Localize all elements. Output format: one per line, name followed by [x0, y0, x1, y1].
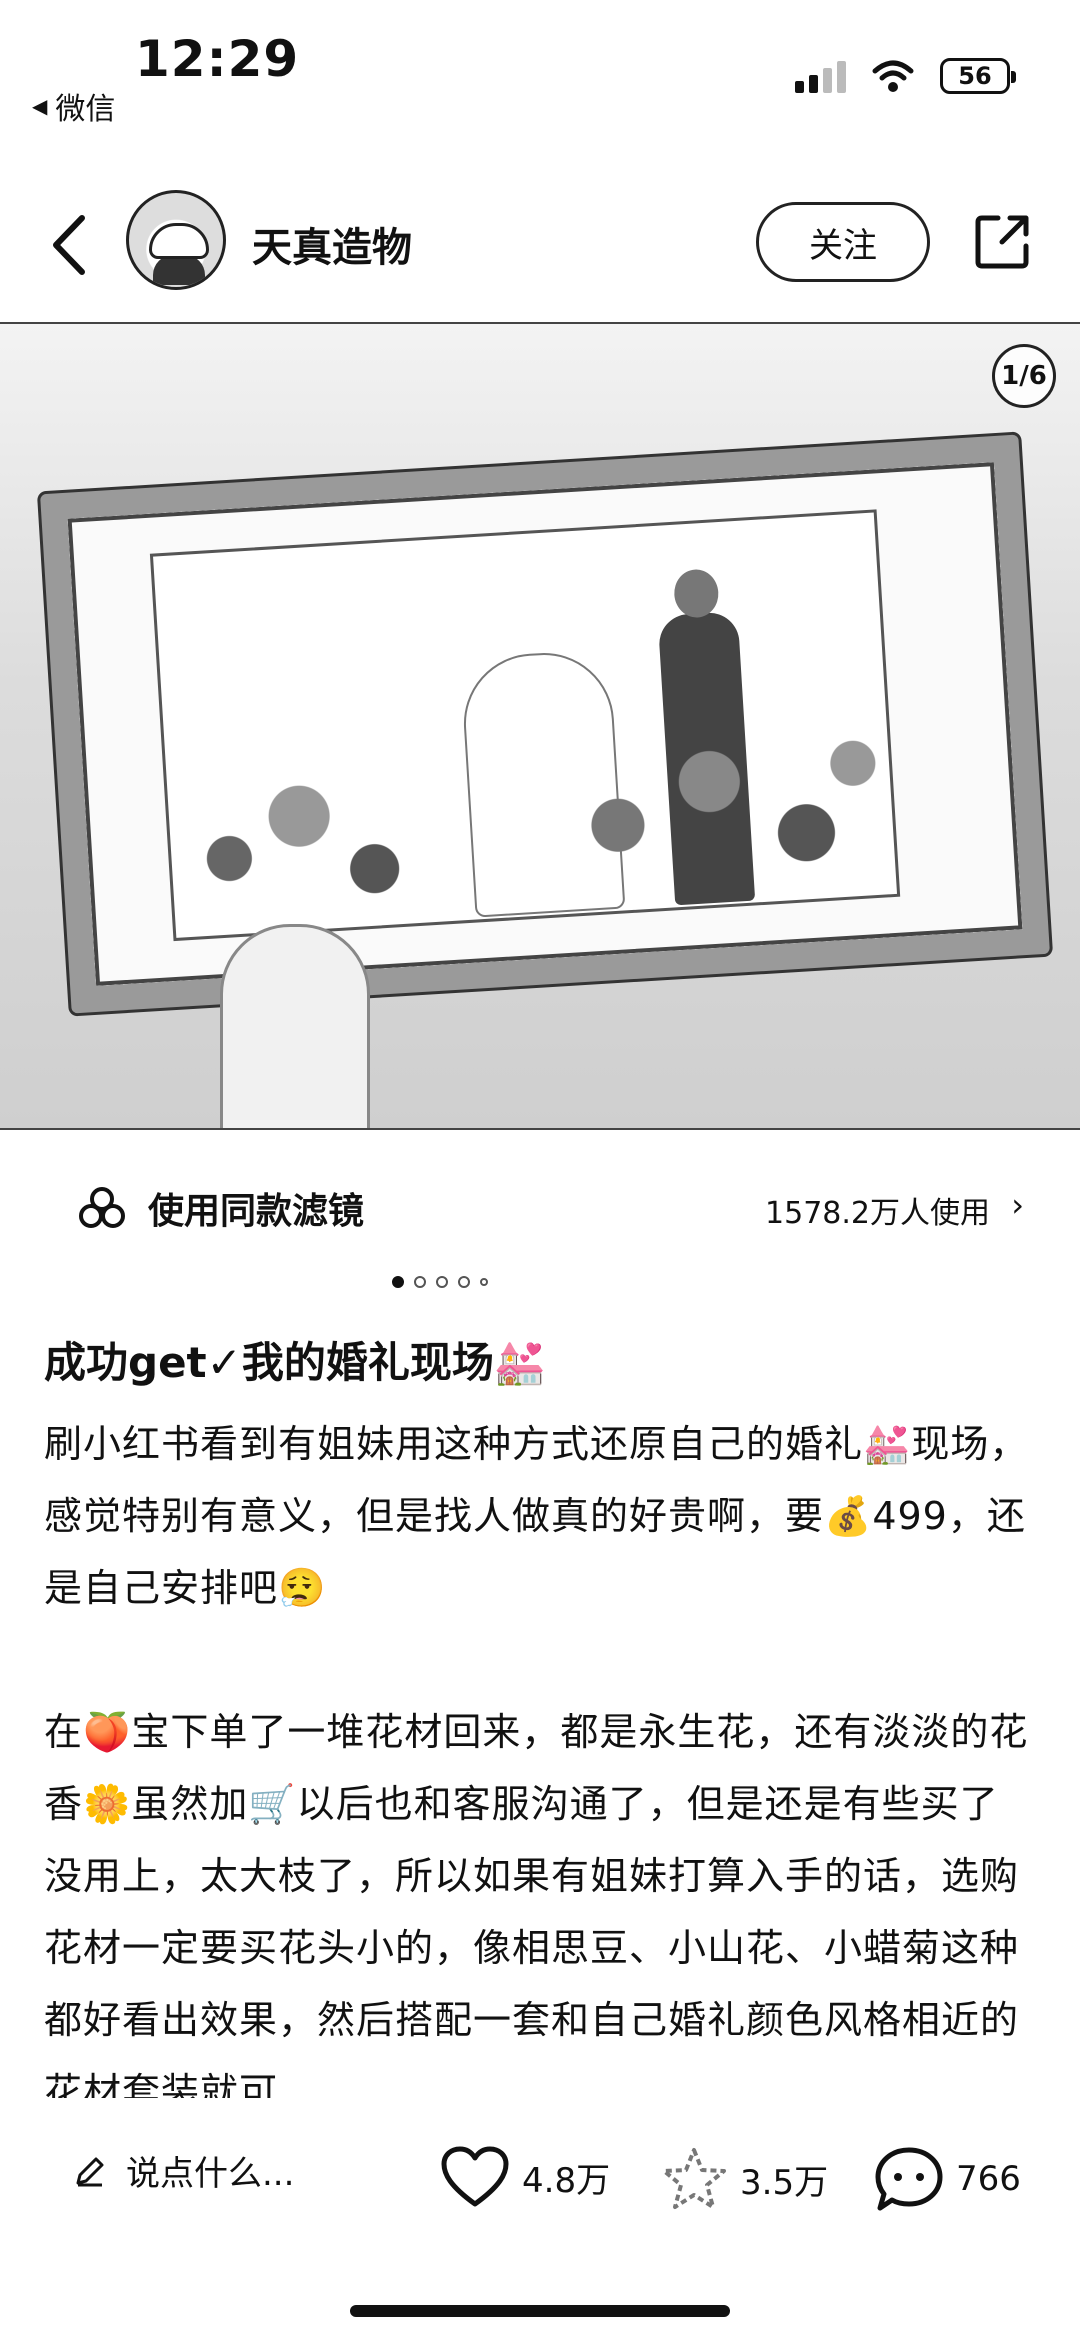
comment-placeholder: 说点什么... — [126, 2154, 295, 2194]
avatar-face — [149, 223, 209, 259]
image-carousel[interactable]: 1/6 — [0, 322, 1080, 1130]
like-button[interactable]: 4.8万 — [440, 2146, 610, 2208]
share-icon[interactable] — [972, 212, 1032, 272]
chevron-right-icon: › — [1011, 1186, 1024, 1224]
carousel-dot — [436, 1276, 448, 1288]
status-time: 12:29 — [135, 30, 300, 88]
photo-frame — [40, 434, 1050, 1014]
carousel-dot — [392, 1276, 404, 1288]
wifi-icon — [872, 60, 914, 92]
status-bar: 12:29 ◀ 微信 56 — [0, 0, 1080, 130]
bottom-action-bar: 说点什么... 4.8万 3.5万 766 — [0, 2124, 1080, 2234]
carousel-dot — [480, 1278, 488, 1286]
star-icon — [662, 2148, 726, 2209]
back-triangle-icon: ◀ — [32, 94, 48, 118]
filter-icon — [79, 1187, 125, 1228]
avatar-figure — [153, 255, 205, 285]
comment-bubble-icon — [875, 2147, 943, 2211]
post-content: 成功get✓我的婚礼现场💒 刷小红书看到有姐妹用这种方式还原自己的婚礼💒现场，感… — [44, 1318, 1034, 2098]
comment-button[interactable]: 766 — [874, 2146, 1021, 2212]
post-header: 天真造物 关注 — [0, 190, 1080, 300]
chevron-left-icon[interactable] — [40, 212, 100, 278]
filter-usage-count: 1578.2万人使用 — [765, 1196, 990, 1231]
photo-frame-inner — [149, 509, 901, 942]
carousel-dot — [458, 1276, 470, 1288]
follow-button[interactable]: 关注 — [756, 202, 930, 282]
comment-count: 766 — [956, 2159, 1021, 2199]
author-name[interactable]: 天真造物 — [252, 215, 412, 273]
avatar[interactable] — [126, 190, 226, 290]
battery-level: 56 — [958, 62, 992, 90]
collect-button[interactable]: 3.5万 — [660, 2146, 828, 2212]
flower-arrangement — [164, 704, 898, 938]
battery-icon: 56 — [940, 58, 1016, 94]
post-paragraph: 在🍑宝下单了一堆花材回来，都是永生花，还有淡淡的花香🌼虽然加🛒以后也和客服沟通了… — [44, 1710, 1029, 2098]
filter-label: 使用同款滤镜 — [148, 1191, 365, 1232]
post-title: 成功get✓我的婚礼现场💒 — [44, 1338, 547, 1387]
back-app-label: 微信 — [55, 92, 116, 127]
heart-icon — [441, 2146, 509, 2207]
holding-hand — [220, 924, 370, 1128]
same-filter-bar[interactable]: 使用同款滤镜 1578.2万人使用 › — [0, 1150, 1080, 1260]
cellular-signal-icon — [795, 59, 846, 93]
home-indicator[interactable] — [350, 2305, 730, 2317]
back-to-app-link[interactable]: ◀ 微信 — [32, 84, 115, 128]
like-count: 4.8万 — [522, 2160, 611, 2201]
pencil-icon — [76, 2157, 104, 2186]
carousel-dot — [414, 1276, 426, 1288]
post-paragraph: 刷小红书看到有姐妹用这种方式还原自己的婚礼💒现场，感觉特别有意义，但是找人做真的… — [44, 1422, 1029, 1610]
collect-count: 3.5万 — [740, 2162, 829, 2203]
comment-input[interactable]: 说点什么... — [72, 2146, 294, 2195]
carousel-dots — [0, 1276, 980, 1288]
page-indicator-badge: 1/6 — [992, 344, 1056, 408]
post-body: 刷小红书看到有姐妹用这种方式还原自己的婚礼💒现场，感觉特别有意义，但是找人做真的… — [44, 1408, 1034, 2098]
status-indicators: 56 — [795, 58, 1016, 94]
